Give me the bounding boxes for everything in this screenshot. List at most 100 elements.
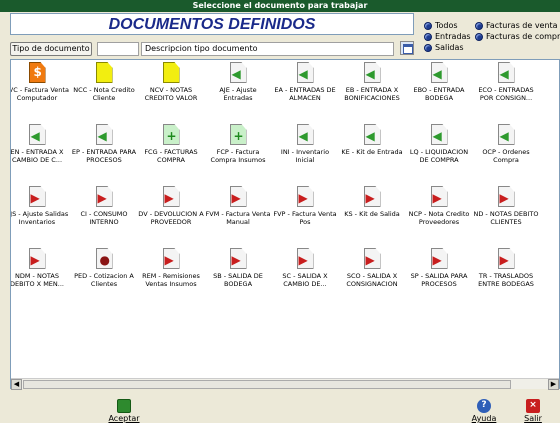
document-label: EN - ENTRADA X CAMBIO DE C... <box>11 148 64 164</box>
icon-glyph: ● <box>99 253 110 267</box>
icon-glyph: ▶ <box>499 191 509 205</box>
document-item[interactable]: ◀ EA - ENTRADAS DE ALMACEN <box>272 62 338 102</box>
document-item[interactable]: ▶ ND - NOTAS DEBITO CLIENTES <box>473 186 539 226</box>
entry-doc-icon: ◀ <box>430 124 448 145</box>
document-item[interactable]: ▶ AJS - Ajuste Salidas Inventarios <box>11 186 70 226</box>
document-item[interactable]: + FCP - Factura Compra Insumos <box>205 124 271 164</box>
exit-doc-icon: ▶ <box>497 248 515 269</box>
document-item[interactable]: $ FVC - Factura Venta Computador <box>11 62 70 102</box>
document-item[interactable]: ▶ NCP - Nota Credito Proveedores <box>406 186 472 226</box>
document-item[interactable]: ▶ SCO - SALIDA X CONSIGNACION <box>339 248 405 288</box>
document-item[interactable]: ◀ AJE - Ajuste Entradas Inventarios <box>205 62 271 102</box>
sheet-shape <box>95 62 113 83</box>
entry-doc-icon: ◀ <box>229 62 247 83</box>
exit-doc-icon: ▶ <box>95 186 113 207</box>
document-label: SC - SALIDA X CAMBIO DE... <box>282 272 328 288</box>
help-button[interactable]: ? Ayuda <box>466 397 502 423</box>
document-item[interactable]: ▶ CI - CONSUMO INTERNO <box>71 186 137 226</box>
filter-options: Todos Entradas Salidas Facturas de venta… <box>420 20 560 54</box>
document-item[interactable]: ▶ SC - SALIDA X CAMBIO DE... <box>272 248 338 288</box>
document-label: INI - Inventario Inicial <box>280 148 330 164</box>
entry-doc-icon: ◀ <box>296 62 314 83</box>
document-item[interactable]: ▶ FVM - Factura Venta Manual <box>205 186 271 226</box>
document-label: AJS - Ajuste Salidas Inventarios <box>11 210 69 226</box>
exit-icon: × <box>526 399 540 413</box>
document-item[interactable]: ▶ REM - Remisiones Ventas Insumos <box>138 248 204 288</box>
document-label: EA - ENTRADAS DE ALMACEN <box>274 86 336 102</box>
document-item[interactable]: ◀ EBO - ENTRADA BODEGA <box>406 62 472 102</box>
document-item[interactable]: ▶ NDM - NOTAS DEBITO X MEN... <box>11 248 70 288</box>
exit-doc-icon: ▶ <box>363 248 381 269</box>
document-item[interactable]: ▶ DV - DEVOLUCION A PROVEEDOR <box>138 186 204 226</box>
icon-glyph: ▶ <box>231 253 241 267</box>
document-label: FVC - Factura Venta Computador <box>11 86 69 102</box>
window-title: Seleccione el documento para trabajar <box>0 0 560 12</box>
document-label: DV - DEVOLUCION A PROVEEDOR <box>138 210 204 226</box>
document-label: EP - ENTRADA PARA PROCESOS <box>71 148 137 164</box>
document-item[interactable]: ◀ LQ - LIQUIDACION DE COMPRA <box>406 124 472 164</box>
filter-entradas[interactable]: Entradas <box>424 32 471 41</box>
document-item[interactable]: ◀ EP - ENTRADA PARA PROCESOS <box>71 124 137 164</box>
document-item[interactable]: ◀ INI - Inventario Inicial <box>272 124 338 164</box>
tipo-documento-input[interactable] <box>97 42 139 56</box>
document-item[interactable]: ◀ EB - ENTRADA X BONIFICACIONES <box>339 62 405 102</box>
scroll-thumb[interactable] <box>23 380 511 389</box>
document-label: ECO - ENTRADAS POR CONSIGN... <box>478 86 534 102</box>
document-item[interactable]: ◀ OCP - Ordenes Compra Proveedores <box>473 124 539 164</box>
icon-glyph: ◀ <box>298 129 308 143</box>
tipo-documento-button[interactable]: Tipo de documento <box>10 42 92 56</box>
person-doc-icon: ● <box>95 248 113 269</box>
horizontal-scrollbar[interactable]: ◀ ▶ <box>11 378 559 390</box>
entry-doc-icon: ◀ <box>95 124 113 145</box>
exit-label: Salir <box>524 414 542 423</box>
descripcion-input[interactable]: Descripcion tipo documento <box>141 42 394 56</box>
exit-doc-icon: ▶ <box>229 248 247 269</box>
entry-doc-icon: ◀ <box>363 124 381 145</box>
radio-icon <box>475 21 483 30</box>
document-item[interactable]: ▶ FVP - Factura Venta Pos <box>272 186 338 226</box>
document-item[interactable]: NCV - NOTAS CREDITO VALOR <box>138 62 204 102</box>
document-item[interactable]: ● PED - Cotizacion A Clientes <box>71 248 137 288</box>
exit-doc-icon: ▶ <box>162 186 180 207</box>
icon-glyph: ▶ <box>164 253 174 267</box>
documents-list: $ FVC - Factura Venta Computador NCC - Not… <box>10 59 560 390</box>
entry-doc-icon: ◀ <box>497 124 515 145</box>
document-item[interactable]: + FCG - FACTURAS COMPRA <box>138 124 204 164</box>
filter-facturas-compra[interactable]: Facturas de compra <box>475 32 560 41</box>
document-label: NDM - NOTAS DEBITO X MEN... <box>11 272 64 288</box>
scroll-right-icon[interactable]: ▶ <box>548 379 559 390</box>
document-label: ND - NOTAS DEBITO CLIENTES <box>473 210 539 226</box>
scroll-left-icon[interactable]: ◀ <box>11 379 22 390</box>
document-item[interactable]: ▶ SP - SALIDA PARA PROCESOS <box>406 248 472 288</box>
document-label: NCP - Nota Credito Proveedores <box>408 210 470 226</box>
icon-glyph: ▶ <box>298 191 308 205</box>
document-label: SB - SALIDA DE BODEGA <box>213 272 263 288</box>
document-item[interactable]: ▶ SB - SALIDA DE BODEGA <box>205 248 271 288</box>
exit-doc-icon: ▶ <box>28 248 46 269</box>
document-item[interactable]: ◀ ECO - ENTRADAS POR CONSIGN... <box>473 62 539 102</box>
money-icon: $ <box>28 62 46 83</box>
document-label: OCP - Ordenes Compra Proveedores <box>482 148 530 164</box>
document-item[interactable]: ◀ EN - ENTRADA X CAMBIO DE C... <box>11 124 70 164</box>
accept-button[interactable]: Aceptar <box>106 397 142 423</box>
icon-glyph: + <box>233 129 244 143</box>
view-mode-icon[interactable] <box>400 41 414 55</box>
icon-glyph: ▶ <box>298 253 308 267</box>
document-label: SCO - SALIDA X CONSIGNACION <box>346 272 398 288</box>
exit-doc-icon: ▶ <box>430 248 448 269</box>
document-item[interactable]: NCC - Nota Credito Cliente <box>71 62 137 102</box>
radio-icon <box>475 32 483 41</box>
exit-doc-icon: ▶ <box>430 186 448 207</box>
filter-facturas-venta[interactable]: Facturas de venta <box>475 21 558 30</box>
filter-salidas[interactable]: Salidas <box>424 43 464 52</box>
exit-doc-icon: ▶ <box>296 186 314 207</box>
icon-glyph: ◀ <box>499 129 509 143</box>
document-item[interactable]: ▶ TR - TRASLADOS ENTRE BODEGAS <box>473 248 539 288</box>
filter-todos[interactable]: Todos <box>424 21 458 30</box>
yellow-note-icon <box>162 62 180 83</box>
document-item[interactable]: ◀ KE - Kit de Entrada <box>339 124 405 164</box>
exit-button[interactable]: × Salir <box>515 397 551 423</box>
document-item[interactable]: ▶ KS - Kit de Salida <box>339 186 405 226</box>
document-label: FCG - FACTURAS COMPRA <box>144 148 198 164</box>
icon-glyph: ▶ <box>231 191 241 205</box>
